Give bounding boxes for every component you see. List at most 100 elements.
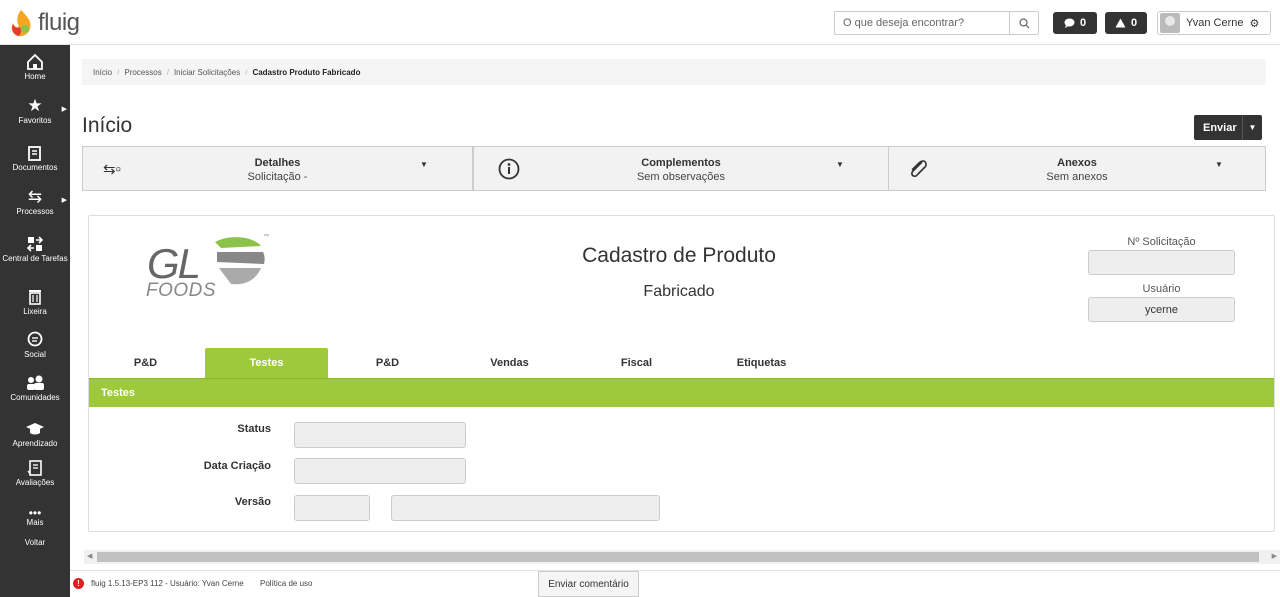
chevron-down-icon[interactable]: ▼ (1242, 115, 1262, 140)
details-title: Detalhes (254, 157, 301, 169)
processes-icon: ⇆ (27, 187, 43, 206)
chevron-down-icon: ▼ (836, 160, 844, 169)
breadcrumb-separator: / (117, 67, 120, 77)
creation-date-field[interactable] (294, 458, 466, 484)
sidebar-item-label: Avaliações (15, 478, 55, 487)
request-info-strip: ⇆▫ Detalhes Solicitação - ▼ Complementos… (82, 146, 1266, 191)
sidebar-item-label: Voltar (24, 538, 46, 547)
tab-testes[interactable]: Testes (205, 348, 328, 378)
form-title: Cadastro de Produto (582, 244, 776, 267)
section-title-bar: Testes (89, 378, 1274, 407)
sidebar-item-comunidades[interactable]: Comunidades (0, 374, 70, 402)
messages-button[interactable]: 0 (1053, 12, 1097, 34)
sidebar-item-label: Favoritos (18, 116, 52, 125)
sidebar-item-label: Processos (16, 207, 54, 216)
version-description-field[interactable] (391, 495, 660, 521)
status-label: Status (237, 423, 271, 435)
error-icon[interactable]: ! (73, 578, 84, 589)
fluig-logo[interactable]: fluig (8, 8, 80, 38)
tab-vendas[interactable]: Vendas (448, 348, 571, 378)
breadcrumb: Início / Processos / Iniciar Solicitaçõe… (82, 59, 1266, 85)
evaluations-icon (27, 460, 42, 476)
sidebar-item-avaliacoes[interactable]: Avaliações (0, 459, 70, 487)
top-bar: fluig O que deseja encontrar? 0 0 Yvan C… (0, 0, 1280, 45)
trash-icon (29, 290, 41, 305)
scroll-left-icon[interactable]: ◀ (87, 552, 92, 560)
tab-pd-2[interactable]: P&D (326, 348, 449, 378)
sidebar-item-mais[interactable]: ••• Mais (0, 506, 70, 527)
avatar (1160, 13, 1180, 33)
sidebar-item-label: Aprendizado (12, 439, 58, 448)
more-icon: ••• (28, 506, 42, 520)
page-title: Início (82, 114, 133, 137)
breadcrumb-current: Cadastro Produto Fabricado (252, 67, 361, 77)
status-field[interactable] (294, 422, 466, 448)
request-number-label: Nº Solicitação (1127, 236, 1196, 248)
sidebar-item-voltar[interactable]: Voltar (0, 538, 70, 547)
sidebar-item-label: Mais (26, 518, 44, 527)
details-tab[interactable]: ⇆▫ Detalhes Solicitação - ▼ (82, 146, 473, 191)
search-button[interactable] (1009, 11, 1039, 35)
gl-foods-logo: GL FOODS ™ (146, 230, 277, 301)
star-icon: ★ (27, 96, 43, 115)
tab-fiscal[interactable]: Fiscal (575, 348, 698, 378)
breadcrumb-item-inicio[interactable]: Início (93, 68, 112, 77)
sidebar-item-documentos[interactable]: Documentos (0, 144, 70, 172)
complements-title: Complementos (641, 157, 721, 169)
documents-icon (28, 146, 41, 161)
sidebar-item-label: Lixeira (23, 307, 47, 316)
sidebar-item-label: Central de Tarefas (2, 254, 68, 263)
communities-icon (27, 375, 44, 390)
search-icon (1018, 17, 1029, 28)
send-comment-button[interactable]: Enviar comentário (538, 571, 639, 597)
sidebar-item-lixeira[interactable]: Lixeira (0, 288, 70, 316)
messages-count: 0 (1079, 17, 1087, 29)
attachments-subtitle: Sem anexos (1046, 171, 1108, 183)
logo-text: fluig (38, 9, 80, 36)
tab-pd[interactable]: P&D (84, 348, 207, 378)
breadcrumb-item-processos[interactable]: Processos (124, 68, 161, 77)
complements-tab[interactable]: Complementos Sem observações ▼ (473, 146, 889, 191)
send-button-label: Enviar (1203, 121, 1237, 134)
user-name: Yvan Cerne (1186, 17, 1244, 29)
request-number-field[interactable] (1088, 250, 1235, 275)
version-field[interactable] (294, 495, 370, 521)
sidebar-item-label: Documentos (12, 163, 58, 172)
gear-icon: ⚙ (1249, 17, 1260, 30)
fluig-flame-icon (11, 10, 31, 37)
attachments-tab[interactable]: Anexos Sem anexos ▼ (888, 146, 1266, 191)
breadcrumb-separator: / (166, 67, 169, 77)
warning-icon (1115, 18, 1126, 28)
sidebar: Home ★ Favoritos ▶ Documentos ⇆ Processo… (0, 45, 70, 597)
learning-icon (26, 423, 44, 435)
form-tabs: P&D Testes P&D Vendas Fiscal Etiquetas (89, 348, 1274, 378)
footer-version-text: fluig 1.5.13-EP3 112 - Usuário: Yvan Cer… (91, 579, 244, 588)
scroll-right-icon[interactable]: ▶ (1272, 552, 1277, 560)
sidebar-item-social[interactable]: Social (0, 331, 70, 359)
sidebar-item-central-de-tarefas[interactable]: Central de Tarefas (0, 235, 70, 263)
tab-etiquetas[interactable]: Etiquetas (700, 348, 823, 378)
policy-link[interactable]: Política de uso (260, 579, 312, 588)
sidebar-item-processos[interactable]: ⇆ Processos ▶ (0, 187, 70, 217)
sidebar-item-label: Comunidades (10, 393, 60, 402)
breadcrumb-item-iniciar-solicitacoes[interactable]: Iniciar Solicitações (174, 68, 240, 77)
sidebar-item-home[interactable]: Home (0, 53, 70, 81)
alerts-count: 0 (1130, 17, 1138, 29)
expand-arrow-icon: ▶ (61, 197, 67, 204)
search-input[interactable]: O que deseja encontrar? (834, 11, 1010, 35)
chevron-down-icon: ▼ (420, 160, 428, 169)
sidebar-item-label: Social (24, 350, 46, 359)
alerts-button[interactable]: 0 (1105, 12, 1147, 34)
creation-date-label: Data Criação (203, 460, 271, 472)
user-menu[interactable]: Yvan Cerne ⚙ (1157, 11, 1271, 35)
scrollbar-thumb[interactable] (97, 552, 1259, 562)
send-button[interactable]: Enviar ▼ (1194, 115, 1262, 140)
sidebar-item-favoritos[interactable]: ★ Favoritos ▶ (0, 96, 70, 126)
horizontal-scrollbar[interactable]: ◀ ▶ (84, 550, 1280, 564)
form-subtitle: Fabricado (643, 283, 715, 300)
user-field[interactable]: ycerne (1088, 297, 1235, 322)
sidebar-item-aprendizado[interactable]: Aprendizado (0, 420, 70, 448)
sidebar-item-label: Home (24, 72, 46, 81)
user-label: Usuário (1142, 283, 1181, 295)
chevron-down-icon: ▼ (1215, 160, 1223, 169)
